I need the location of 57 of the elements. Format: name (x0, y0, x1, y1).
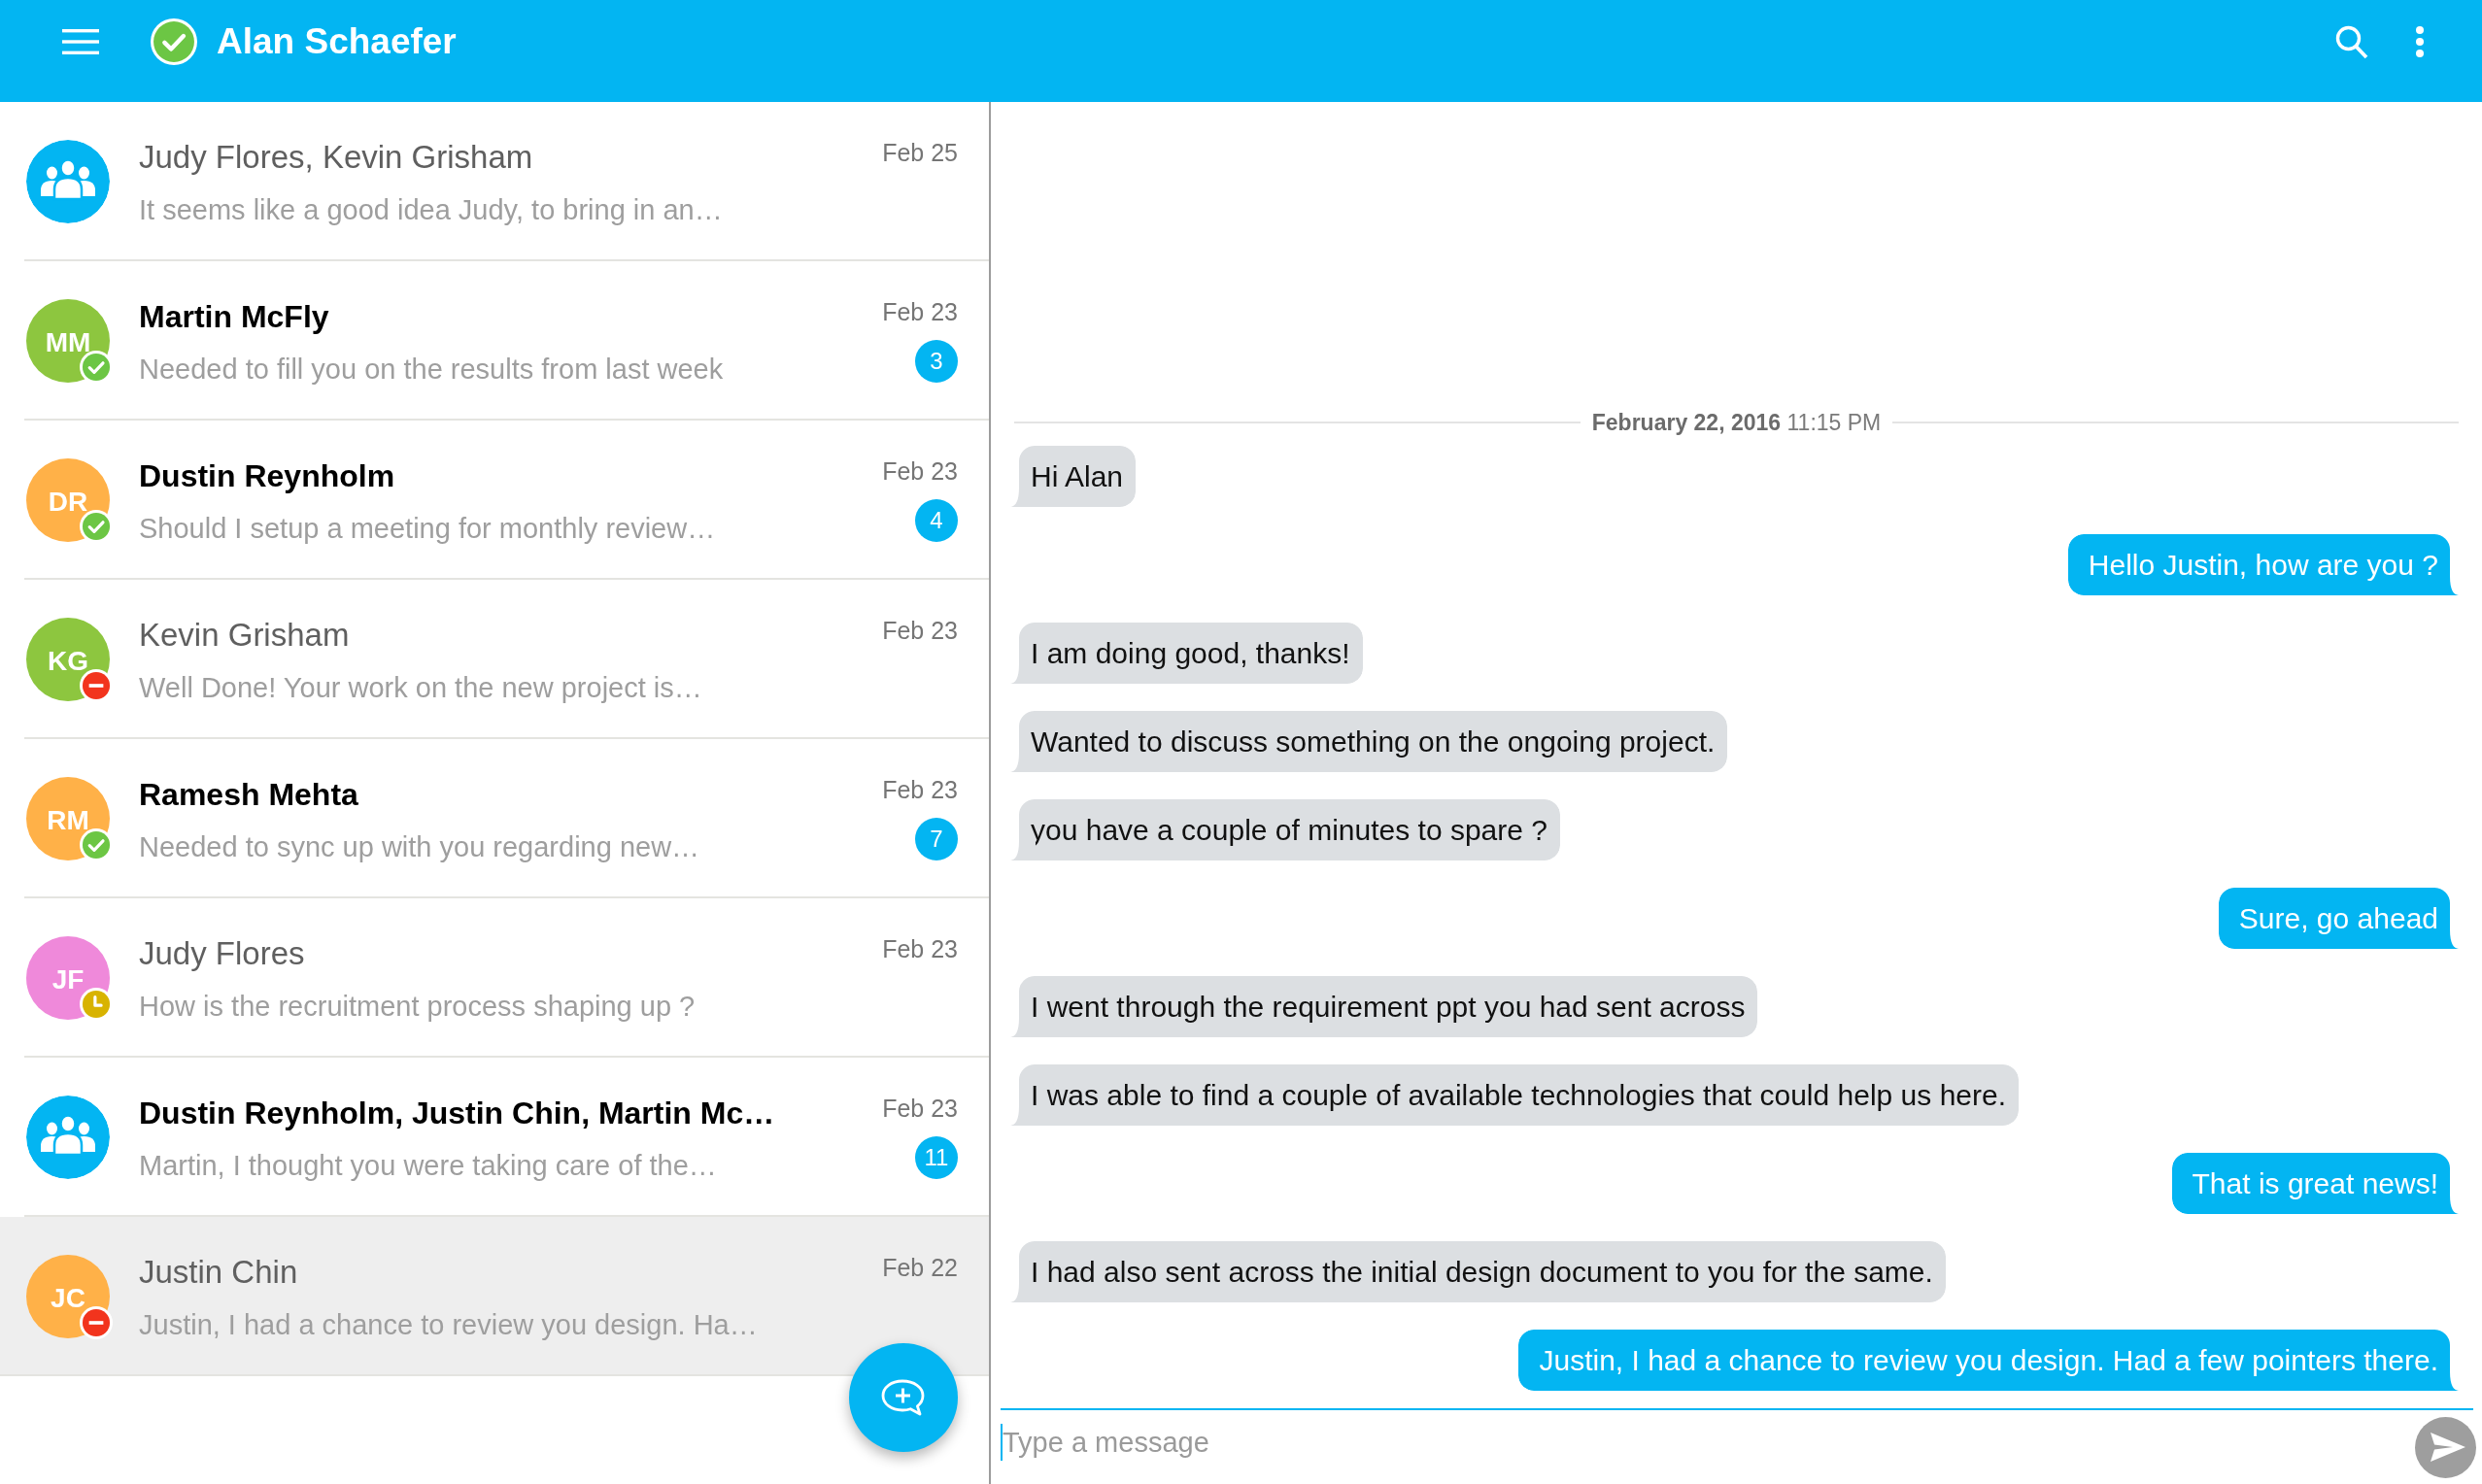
message-bubble: Hello Justin, how are you ? (2067, 534, 2459, 595)
message-bubble: you have a couple of minutes to spare ? (1010, 799, 1560, 860)
date-separator: February 22, 2016 11:15 PM (1591, 409, 1882, 437)
conversation-item[interactable]: KG Kevin Grisham Well Done! Your work on the new project is… Feb 23 (0, 580, 989, 739)
send-icon (2429, 1432, 2466, 1463)
message-preview: Martin, I thought you were taking care of the… (139, 1149, 717, 1183)
message-bubble: Justin, I had a chance to review you design. Had a few pointers there. (1518, 1330, 2459, 1391)
conversation-item[interactable]: JC Justin Chin Justin, I had a chance to review you design. Ha… Feb 22 (0, 1217, 989, 1376)
message-date: Feb 23 (882, 616, 958, 645)
contact-name: Dustin Reynholm (139, 457, 395, 495)
message-bubble: I had also sent across the initial design document to you for the same. (1010, 1241, 1946, 1302)
menu-icon[interactable] (62, 29, 99, 54)
text-cursor (1001, 1424, 1003, 1461)
contact-name: Dustin Reynholm, Justin Chin, Martin Mc… (139, 1095, 775, 1132)
conversation-item[interactable]: DR Dustin Reynholm Should I setup a meeting for monthly review… Feb 23 4 (0, 421, 989, 580)
new-chat-button[interactable] (849, 1343, 958, 1452)
message-bubble: Wanted to discuss something on the ongoing project. (1010, 711, 1728, 772)
search-icon[interactable] (2335, 24, 2368, 59)
message-date: Feb 23 (882, 1094, 958, 1123)
more-options-icon[interactable] (2415, 26, 2425, 57)
message-preview: Needed to fill you on the results from last week (139, 353, 724, 387)
unread-count: 4 (915, 499, 958, 542)
message-bubble: I went through the requirement ppt you had sent across (1010, 976, 1758, 1037)
contact-name: Ramesh Mehta (139, 776, 358, 814)
message-input[interactable]: Type a message (1003, 1423, 2415, 1462)
conversation-item[interactable]: Dustin Reynholm, Justin Chin, Martin Mc… Martin, I thought you were taking care of the… Feb 23 11 (0, 1058, 989, 1217)
message-preview: Should I setup a meeting for monthly review… (139, 512, 716, 546)
message-date: Feb 23 (882, 297, 958, 326)
message-bubble: I was able to find a couple of available technologies that could help us here. (1010, 1064, 2019, 1126)
contact-name: Judy Flores (139, 934, 305, 973)
message-preview: It seems like a good idea Judy, to bring in an… (139, 193, 723, 227)
unread-count: 11 (915, 1136, 958, 1179)
message-preview: Well Done! Your work on the new project is… (139, 671, 702, 705)
contact-name: Judy Flores, Kevin Grisham (139, 138, 533, 177)
speech-bubble-plus-icon (880, 1378, 927, 1417)
unread-count: 7 (915, 818, 958, 860)
message-bubble: I am doing good, thanks! (1010, 623, 1363, 684)
message-date: Feb 22 (882, 1253, 958, 1282)
message-preview: Needed to sync up with you regarding new… (139, 830, 700, 864)
message-date: Feb 23 (882, 775, 958, 804)
message-date: Feb 25 (882, 138, 958, 167)
message-date: Feb 23 (882, 934, 958, 963)
message-bubble: Sure, go ahead (2218, 888, 2459, 949)
message-preview: How is the recruitment process shaping up ? (139, 990, 696, 1024)
contact-name: Kevin Grisham (139, 616, 350, 655)
conversation-item[interactable]: RM Ramesh Mehta Needed to sync up with you regarding new… Feb 23 7 (0, 739, 989, 898)
contact-name: Justin Chin (139, 1253, 298, 1292)
message-bubble: Hi Alan (1010, 446, 1137, 507)
unread-count: 3 (915, 340, 958, 383)
message-preview: Justin, I had a chance to review you design. Ha… (139, 1308, 758, 1342)
contact-name: Martin McFly (139, 298, 329, 336)
conversation-item[interactable]: Judy Flores, Kevin Grisham It seems like a good idea Judy, to bring in an… Feb 25 (0, 102, 989, 261)
user-name: Alan Schaefer (217, 21, 457, 62)
message-bubble: That is great news! (2171, 1153, 2459, 1214)
conversation-item[interactable]: MM Martin McFly Needed to fill you on the results from last week Feb 23 3 (0, 261, 989, 421)
conversation-item[interactable]: JF Judy Flores How is the recruitment process shaping up ? Feb 23 (0, 898, 989, 1058)
message-date: Feb 23 (882, 456, 958, 486)
